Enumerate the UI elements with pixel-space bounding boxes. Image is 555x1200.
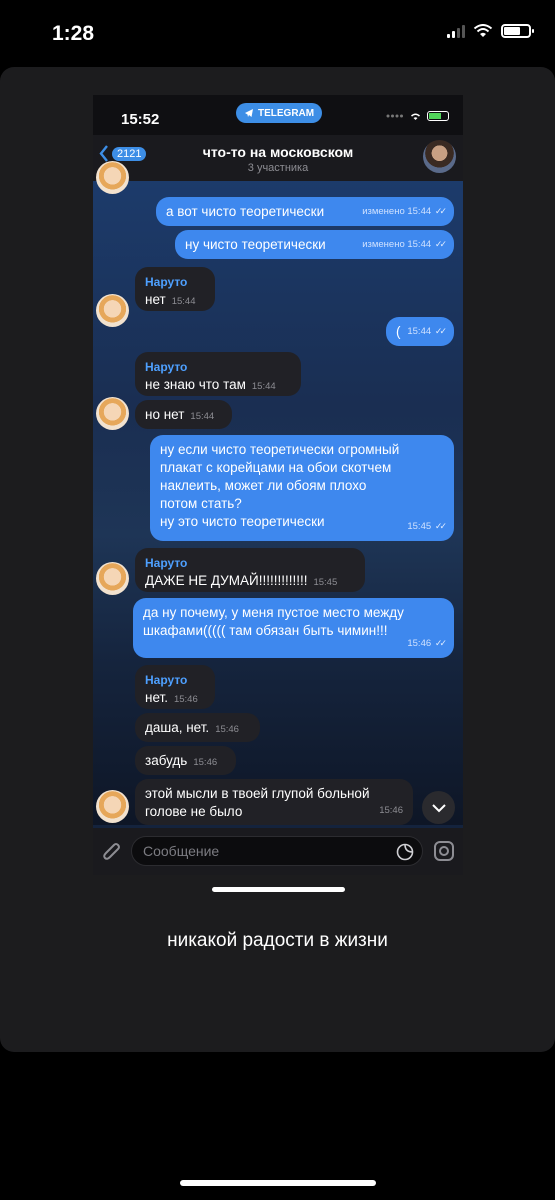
signal-icon [447,24,465,38]
paperclip-icon[interactable] [101,840,123,864]
message-meta: 15:46 [379,805,403,816]
inner-status-bar: 15:52 TELEGRAM [93,95,463,135]
message-bubble[interactable]: этой мысли в твоей глупой больной голове… [135,779,413,825]
message-text: даша, нет. [145,720,210,735]
message-text: ну чисто теоретически [185,237,326,252]
message-bubble[interactable]: да ну почему, у меня пустое место между … [133,598,454,658]
read-ticks-icon: ✓✓ [434,239,447,249]
message-meta: 15:44 [190,411,215,422]
message-bubble[interactable]: Наруто нет 15:44 [135,267,215,311]
home-indicator[interactable] [180,1180,376,1186]
message-meta: 15:46 [173,694,198,705]
chat-subtitle: 3 участника [247,162,309,174]
message-meta: 15:44 [407,326,432,337]
chat-header: 2121 что-то на московском 3 участника [93,135,463,182]
input-bar: Сообщение [93,828,463,875]
read-ticks-icon: ✓✓ [434,638,447,648]
chat-title[interactable]: что-то на московском [93,144,463,160]
message-bubble[interactable]: а вот чисто теоретически изменено 15:44 … [156,197,454,226]
device-status-bar: 1:28 [0,0,555,62]
chevron-down-icon [431,803,446,812]
message-meta: 15:44 [251,381,276,392]
inner-home-indicator [212,887,345,892]
message-text: не знаю что там [145,377,246,392]
message-meta: 15:45 [407,521,432,532]
signal-dots-icon [386,114,403,118]
message-bubble[interactable]: Наруто нет. 15:46 [135,665,215,709]
message-text: а вот чисто теоретически [166,204,325,219]
inner-status-icons [386,111,449,121]
inner-clock: 15:52 [121,111,160,128]
scroll-down-button[interactable] [422,791,455,824]
message-list[interactable]: а вот чисто теоретически изменено 15:44 … [93,161,463,825]
sender-avatar[interactable] [96,397,129,430]
message-bubble[interactable]: Наруто не знаю что там 15:44 [135,352,301,396]
message-meta: изменено 15:44 [362,206,432,217]
device-clock: 1:28 [52,22,95,45]
message-bubble[interactable]: забудь 15:46 [135,746,236,775]
read-ticks-icon: ✓✓ [434,206,447,216]
message-input-placeholder: Сообщение [143,843,220,859]
message-bubble[interactable]: но нет 15:44 [135,400,232,429]
message-text: этой мысли в твоей глупой больной голове… [145,786,370,819]
message-meta: 15:44 [171,296,196,307]
sender-avatar[interactable] [96,790,129,823]
message-meta: 15:46 [193,757,218,768]
message-bubble[interactable]: ( 15:44 ✓✓ [386,317,454,346]
message-bubble[interactable]: даша, нет. 15:46 [135,713,260,742]
sender-name: Наруто [145,275,188,289]
message-bubble[interactable]: ну чисто теоретически изменено 15:44 ✓✓ [175,230,454,259]
battery-icon [501,24,534,38]
wifi-icon [411,113,420,120]
message-bubble[interactable]: ну если чисто теоретически огромный плак… [150,435,454,541]
sender-name: Наруто [145,673,188,687]
instagram-camera-icon[interactable] [433,840,455,862]
read-ticks-icon: ✓✓ [434,326,447,336]
sender-avatar[interactable] [96,294,129,327]
group-avatar[interactable] [423,140,456,173]
message-meta: 15:46 [407,638,432,649]
message-text: да ну почему, у меня пустое место между … [143,605,404,638]
read-ticks-icon: ✓✓ [434,521,447,531]
message-meta: 15:46 [215,724,239,735]
wifi-icon [473,24,493,37]
message-text: ДАЖЕ НЕ ДУМАЙ!!!!!!!!!!!!! [145,573,308,588]
telegram-screenshot: 15:52 TELEGRAM 2121 что-то на московском… [93,95,463,875]
message-text: нет [145,292,166,307]
story-caption: никакой радости в жизни [167,930,388,951]
battery-charging-icon [427,111,449,121]
message-text: забудь [145,753,188,768]
message-meta: изменено 15:44 [362,239,432,250]
message-input[interactable]: Сообщение [131,836,423,866]
message-text: нет. [145,690,168,705]
telegram-pill-label: TELEGRAM [258,107,315,119]
telegram-pill[interactable]: TELEGRAM [236,103,323,123]
sender-name: Наруто [145,360,188,374]
sticker-icon[interactable] [396,843,414,861]
device-status-icons [447,24,534,38]
message-bubble[interactable]: Наруто ДАЖЕ НЕ ДУМАЙ!!!!!!!!!!!!! 15:45 [135,548,365,592]
message-meta: 15:45 [313,577,338,588]
message-text: ( [396,324,401,339]
sender-avatar[interactable] [96,562,129,595]
telegram-icon [245,109,253,117]
sender-avatar[interactable] [96,161,129,194]
message-text: но нет [145,407,185,422]
sender-name: Наруто [145,556,188,570]
